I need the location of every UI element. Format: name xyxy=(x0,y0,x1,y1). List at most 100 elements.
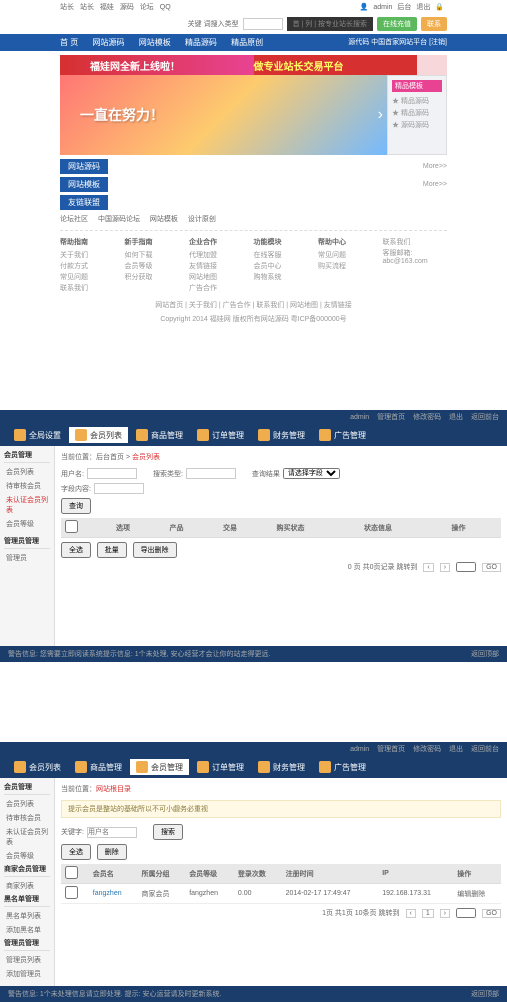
footer-col-link[interactable]: 联系我们 xyxy=(60,283,125,293)
row-checkbox[interactable] xyxy=(65,886,78,899)
header-link[interactable]: 返回前台 xyxy=(471,414,499,421)
footer-col-link[interactable]: 代理加盟 xyxy=(189,250,254,260)
footer-col-link[interactable]: 购买流程 xyxy=(318,261,383,271)
back-to-top[interactable]: 返回顶部 xyxy=(471,649,499,659)
sidebar-item[interactable]: 会员列表 xyxy=(4,466,50,478)
footer-col-link[interactable]: 会员等级 xyxy=(125,261,190,271)
footer-col-link[interactable]: 广告合作 xyxy=(189,283,254,293)
admin-tab[interactable]: 广告管理 xyxy=(313,759,372,775)
keyword-input[interactable] xyxy=(87,827,137,838)
footer-col-link[interactable]: 常见问题 xyxy=(60,272,125,282)
delete-button[interactable]: 删除 xyxy=(97,844,127,860)
pager-input[interactable] xyxy=(456,562,476,572)
admin-tab[interactable]: 广告管理 xyxy=(313,427,372,443)
lock-icon[interactable]: 🔒 xyxy=(435,4,444,11)
admin-tab[interactable]: 订单管理 xyxy=(191,759,250,775)
sidebar-item[interactable]: 添加管理员 xyxy=(4,968,50,980)
pager-page[interactable]: 1 xyxy=(422,909,434,918)
footer-col-link[interactable]: 客服邮箱: abc@163.com xyxy=(383,248,448,265)
footer-col-link[interactable]: 友情链接 xyxy=(189,261,254,271)
pager-go[interactable]: GO xyxy=(482,563,501,572)
footer-col-link[interactable]: 常见问题 xyxy=(318,250,383,260)
footer-col-link[interactable]: 联系我们 xyxy=(383,237,448,247)
sidebar-item[interactable]: 会员等级 xyxy=(4,518,50,530)
more-link[interactable]: More>> xyxy=(423,163,447,170)
footer-links[interactable]: 网站首页 | 关于我们 | 广告合作 | 联系我们 | 网站地图 | 友情链接 xyxy=(0,300,507,310)
carousel-next-icon[interactable]: › xyxy=(378,106,383,124)
sidebar-item[interactable]: 未认证会员列表 xyxy=(4,826,50,848)
nav-item[interactable]: 精品源码 xyxy=(185,38,217,47)
admin-tab[interactable]: 会员列表 xyxy=(69,427,128,443)
pager-go[interactable]: GO xyxy=(482,909,501,918)
pager-next[interactable]: › xyxy=(440,909,450,918)
admin-tab[interactable]: 会员列表 xyxy=(8,759,67,775)
admin-tab[interactable]: 商品管理 xyxy=(130,427,189,443)
admin-tab[interactable]: 财务管理 xyxy=(252,427,311,443)
more-link[interactable]: More>> xyxy=(423,181,447,188)
sidebar-item[interactable]: ★ 源码源码 xyxy=(392,120,442,130)
header-link[interactable]: 退出 xyxy=(449,414,463,421)
footer-col-link[interactable]: 积分获取 xyxy=(125,272,190,282)
small-link[interactable]: 设计原创 xyxy=(188,216,216,223)
admin-tab[interactable]: 财务管理 xyxy=(252,759,311,775)
search-input[interactable] xyxy=(243,18,283,30)
footer-col-link[interactable]: 关于我们 xyxy=(60,250,125,260)
footer-col-link[interactable]: 网站地图 xyxy=(189,272,254,282)
selectall-button[interactable]: 全选 xyxy=(61,844,91,860)
footer-col-link[interactable]: 会员中心 xyxy=(254,261,319,271)
selectall-button[interactable]: 全选 xyxy=(61,542,91,558)
sidebar-item[interactable]: 添加黑名单 xyxy=(4,924,50,936)
searchtype-input[interactable] xyxy=(186,468,236,479)
small-link[interactable]: 网站模板 xyxy=(150,216,178,223)
header-link[interactable]: 管理首页 xyxy=(377,414,405,421)
sidebar-item[interactable]: 管理员列表 xyxy=(4,954,50,966)
admin-link[interactable]: 后台 xyxy=(397,4,411,11)
sidebar-item[interactable]: 商家列表 xyxy=(4,880,50,892)
sidebar-item[interactable]: ★ 精品源码 xyxy=(392,96,442,106)
small-link[interactable]: 中国源码论坛 xyxy=(98,216,140,223)
dark-selector[interactable]: 首 | 列 | 按专业站长搜索 xyxy=(287,17,373,31)
sidebar-item[interactable]: 待审核会员 xyxy=(4,480,50,492)
batch-button[interactable]: 批量 xyxy=(97,542,127,558)
sidebar-item[interactable]: ★ 精品源码 xyxy=(392,108,442,118)
pager-input[interactable] xyxy=(456,908,476,918)
recharge-button[interactable]: 在线充值 xyxy=(377,17,417,31)
admin-tab[interactable]: 会员管理 xyxy=(130,759,189,775)
sidebar-item[interactable]: 黑名单列表 xyxy=(4,910,50,922)
nav-item[interactable]: 精品原创 xyxy=(231,38,263,47)
search-button[interactable]: 搜索 xyxy=(153,824,183,840)
nav-item[interactable]: 网站源码 xyxy=(92,38,124,47)
admin-tab[interactable]: 商品管理 xyxy=(69,759,128,775)
header-link[interactable]: 返回前台 xyxy=(471,746,499,753)
footer-col-link[interactable]: 如何下载 xyxy=(125,250,190,260)
contact-button[interactable]: 联系 xyxy=(421,17,447,31)
pager-prev[interactable]: ‹ xyxy=(406,909,416,918)
header-link[interactable]: 管理首页 xyxy=(377,746,405,753)
header-link[interactable]: 退出 xyxy=(449,746,463,753)
field-input[interactable] xyxy=(94,483,144,494)
pager-prev[interactable]: ‹ xyxy=(423,563,433,572)
footer-col-link[interactable]: 付款方式 xyxy=(60,261,125,271)
logout-link[interactable]: 退出 xyxy=(416,4,430,11)
export-button[interactable]: 导出删除 xyxy=(133,542,177,558)
selectall-checkbox[interactable] xyxy=(65,866,78,879)
small-link[interactable]: 论坛社区 xyxy=(60,216,88,223)
member-link[interactable]: fangzhen xyxy=(89,884,138,904)
back-to-top[interactable]: 返回顶部 xyxy=(471,989,499,999)
hero-banner[interactable]: 一直在努力！ › xyxy=(60,75,387,155)
admin-tab[interactable]: 全局设置 xyxy=(8,427,67,443)
nav-item[interactable]: 网站模板 xyxy=(139,38,171,47)
sidebar-item[interactable]: 管理员 xyxy=(4,552,50,564)
header-link[interactable]: 修改密码 xyxy=(413,414,441,421)
sidebar-item[interactable]: 会员等级 xyxy=(4,850,50,862)
sidebar-item[interactable]: 待审核会员 xyxy=(4,812,50,824)
pager-next[interactable]: › xyxy=(440,563,450,572)
row-actions[interactable]: 编辑删除 xyxy=(453,884,501,904)
admin-tab[interactable]: 订单管理 xyxy=(191,427,250,443)
footer-col-link[interactable]: 购物系统 xyxy=(254,272,319,282)
search-button[interactable]: 查询 xyxy=(61,498,91,514)
sidebar-item[interactable]: 未认证会员列表 xyxy=(4,494,50,516)
footer-col-link[interactable]: 在线客服 xyxy=(254,250,319,260)
selectall-checkbox[interactable] xyxy=(65,520,78,533)
nav-home[interactable]: 首 页 xyxy=(60,38,78,47)
